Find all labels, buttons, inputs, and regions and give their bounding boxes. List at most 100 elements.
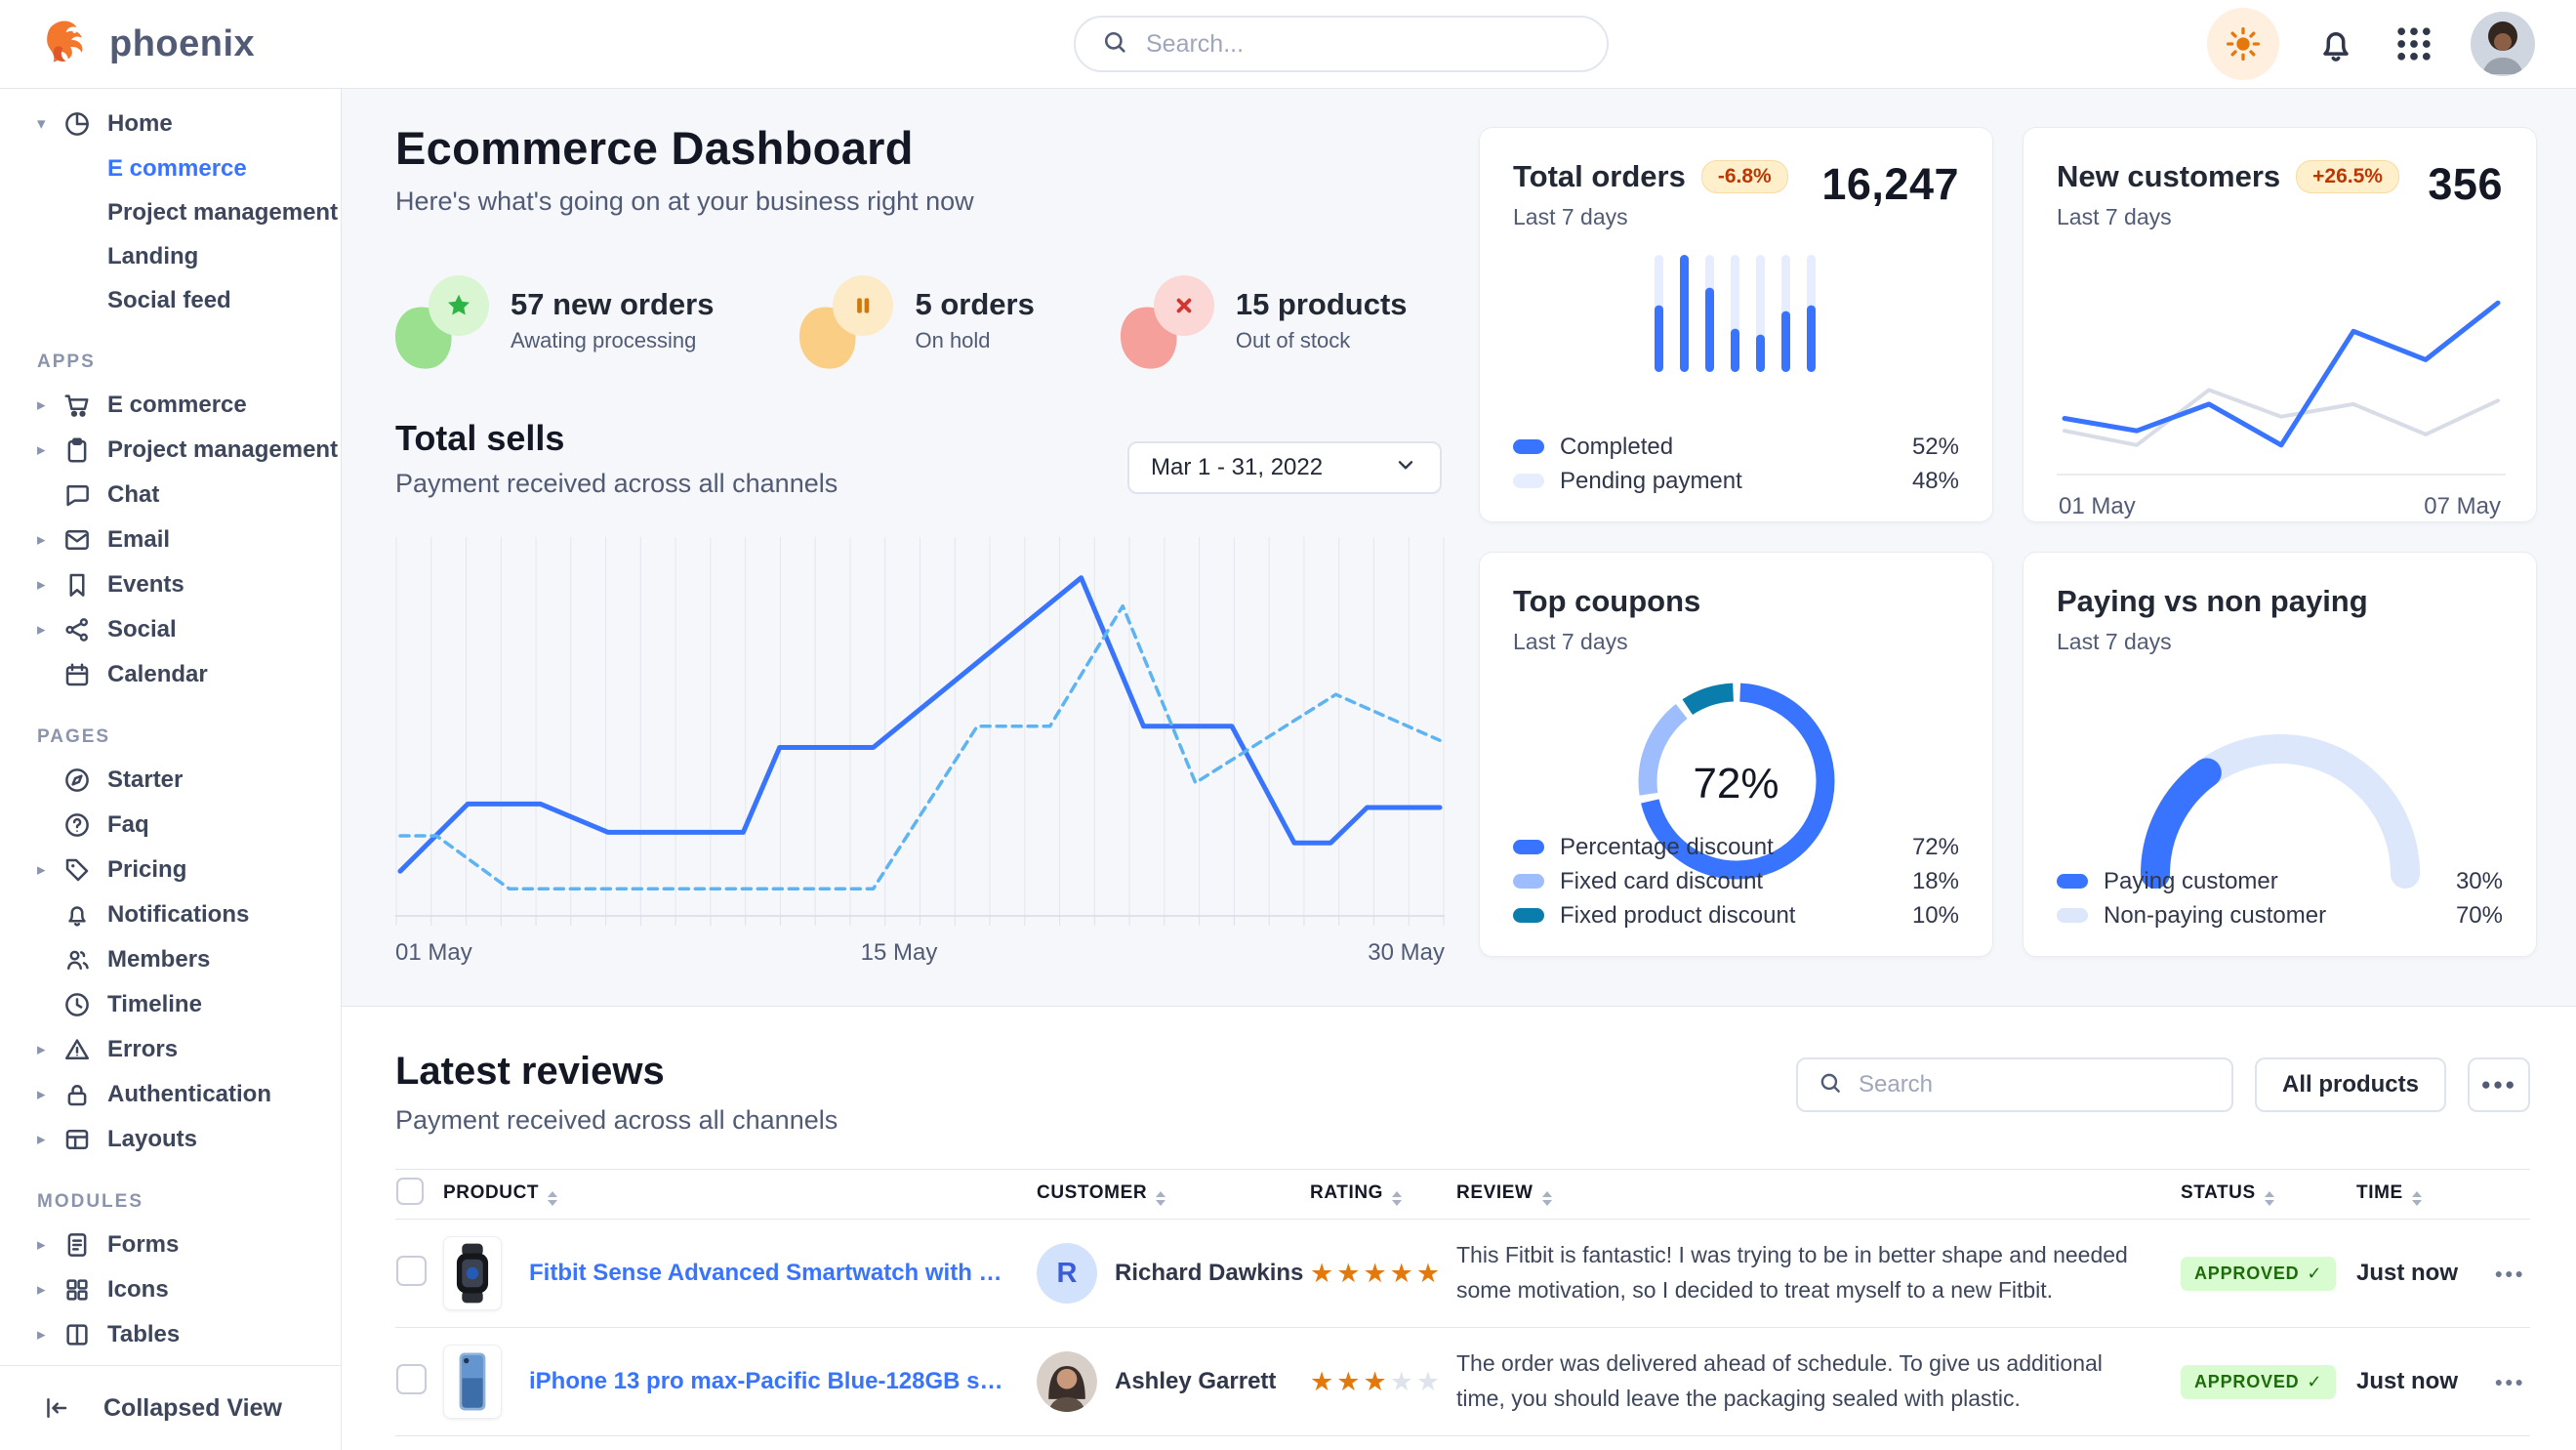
search-icon	[1818, 1070, 1843, 1100]
top-coupons-card: Top coupons Last 7 days 72% Percentage d…	[1479, 552, 1993, 957]
sidebar-item-faq[interactable]: Faq	[0, 803, 341, 848]
sidebar-item-tables[interactable]: ▸Tables	[0, 1312, 341, 1357]
clipboard-icon	[62, 435, 92, 465]
sidebar-item-ecommerce-app[interactable]: ▸E commerce	[0, 383, 341, 428]
row-checkbox[interactable]	[396, 1256, 427, 1286]
collapse-left-icon	[41, 1393, 70, 1423]
card-title: Paying vs non paying	[2057, 584, 2503, 619]
total-orders-card: Total orders -6.8% Last 7 days 16,247 Co…	[1479, 127, 1993, 522]
card-title: New customers	[2057, 159, 2280, 194]
column-review[interactable]: REVIEW	[1455, 1170, 2180, 1220]
sidebar-item-social-feed[interactable]: Social feed	[0, 278, 341, 322]
search-input[interactable]	[1144, 29, 1581, 60]
sidebar-item-home[interactable]: ▾ Home	[0, 102, 341, 146]
reviews-search-input[interactable]	[1857, 1070, 2212, 1099]
sort-icon	[548, 1191, 557, 1206]
clock-icon	[62, 990, 92, 1019]
table-row: Fitbit Sense Advanced Smartwatch with To…	[395, 1220, 2530, 1328]
caret-right-icon: ▸	[37, 575, 62, 595]
legend-swatch	[1513, 840, 1544, 854]
total-sells-subtitle: Payment received across all channels	[395, 469, 838, 499]
stat-orders-on-hold: 5 orders On hold	[799, 271, 1034, 369]
users-icon	[62, 945, 92, 974]
column-rating[interactable]: RATING	[1309, 1170, 1455, 1220]
new-customers-line-chart	[2057, 258, 2506, 487]
check-icon: ✓	[2307, 1264, 2322, 1284]
legend-swatch	[1513, 474, 1544, 488]
pie-chart-icon	[62, 109, 92, 139]
chat-icon	[62, 480, 92, 510]
top-navbar: phoenix	[0, 0, 2576, 89]
sidebar-item-authentication[interactable]: ▸Authentication	[0, 1072, 341, 1117]
brand-logo[interactable]: phoenix	[0, 17, 255, 72]
product-link[interactable]: Fitbit Sense Advanced Smartwatch with To…	[529, 1260, 1035, 1287]
sidebar-item-timeline[interactable]: Timeline	[0, 982, 341, 1027]
sidebar-item-project-management[interactable]: Project management	[0, 190, 341, 234]
page-header: Ecommerce Dashboard Here's what's going …	[395, 121, 974, 217]
table-row-partial	[395, 1436, 2530, 1450]
sidebar-item-layouts[interactable]: ▸Layouts	[0, 1117, 341, 1162]
question-circle-icon	[62, 810, 92, 840]
paying-legend: Paying customer30% Non-paying customer70…	[2057, 864, 2503, 932]
sidebar-item-calendar[interactable]: Calendar	[0, 652, 341, 697]
notifications-bell-icon[interactable]	[2314, 22, 2357, 65]
caret-down-icon: ▾	[37, 114, 62, 134]
envelope-icon	[62, 525, 92, 555]
sidebar-item-errors[interactable]: ▸Errors	[0, 1027, 341, 1072]
sidebar-item-pricing[interactable]: ▸Pricing	[0, 848, 341, 892]
sidebar-item-project-management-app[interactable]: ▸Project management	[0, 428, 341, 473]
status-badge: APPROVED✓	[2181, 1365, 2336, 1399]
more-options-button[interactable]: ●●●	[2468, 1057, 2530, 1112]
product-image[interactable]	[443, 1345, 502, 1419]
reviews-table: PRODUCT CUSTOMER RATING REVIEW STATUS TI…	[395, 1169, 2530, 1450]
order-stats: 57 new orders Awating processing 5 order…	[395, 271, 1408, 369]
date-range-select[interactable]: Mar 1 - 31, 2022	[1127, 441, 1442, 494]
total-orders-value: 16,247	[1821, 159, 1959, 210]
theme-toggle-sun-icon[interactable]	[2207, 8, 2279, 80]
sidebar-item-icons[interactable]: ▸Icons	[0, 1267, 341, 1312]
rating-stars: ★★★★★	[1310, 1259, 1454, 1289]
sidebar-item-events[interactable]: ▸Events	[0, 562, 341, 607]
brand-name: phoenix	[109, 23, 255, 65]
total-sells-chart	[395, 529, 1445, 932]
column-customer[interactable]: CUSTOMER	[1036, 1170, 1309, 1220]
sidebar-item-forms[interactable]: ▸Forms	[0, 1222, 341, 1267]
caret-right-icon: ▸	[37, 1280, 62, 1300]
product-image[interactable]	[443, 1236, 502, 1310]
sidebar-item-starter[interactable]: Starter	[0, 758, 341, 803]
new-customers-card: New customers +26.5% Last 7 days 356 01 …	[2023, 127, 2537, 522]
sidebar-item-chat[interactable]: Chat	[0, 473, 341, 518]
sidebar-item-landing[interactable]: Landing	[0, 234, 341, 278]
user-avatar[interactable]	[2471, 12, 2535, 76]
sidebar-item-social[interactable]: ▸Social	[0, 607, 341, 652]
row-checkbox[interactable]	[396, 1364, 427, 1394]
row-more-button[interactable]: ●●●	[2495, 1265, 2529, 1281]
customer-avatar	[1037, 1351, 1097, 1412]
product-link[interactable]: iPhone 13 pro max-Pacific Blue-128GB sto…	[529, 1368, 1035, 1395]
sidebar-item-ecommerce[interactable]: E commerce	[0, 146, 341, 190]
apps-grid-icon[interactable]	[2392, 22, 2435, 65]
tag-icon	[62, 855, 92, 885]
review-text: The order was delivered ahead of schedul…	[1456, 1346, 2179, 1416]
column-status[interactable]: STATUS	[2180, 1170, 2355, 1220]
latest-reviews-section: Latest reviews Payment received across a…	[342, 1006, 2576, 1450]
collapse-sidebar-button[interactable]: Collapsed View	[0, 1365, 341, 1450]
caret-right-icon: ▸	[37, 530, 62, 550]
app-root: phoenix ▾	[0, 0, 2576, 1450]
sidebar-item-notifications[interactable]: Notifications	[0, 892, 341, 937]
select-all-checkbox[interactable]	[396, 1178, 424, 1205]
all-products-button[interactable]: All products	[2255, 1057, 2446, 1112]
compass-icon	[62, 766, 92, 795]
caret-right-icon: ▸	[37, 395, 62, 415]
reviews-controls: All products ●●●	[1796, 1057, 2530, 1112]
rating-stars: ★★★★★	[1310, 1367, 1454, 1397]
legend-swatch	[1513, 874, 1544, 889]
sidebar-item-email[interactable]: ▸Email	[0, 518, 341, 562]
caret-right-icon: ▸	[37, 1235, 62, 1255]
column-product[interactable]: PRODUCT	[442, 1170, 1036, 1220]
global-search	[1074, 16, 1609, 72]
column-time[interactable]: TIME	[2355, 1170, 2530, 1220]
reviews-title: Latest reviews	[395, 1050, 838, 1094]
sidebar-item-members[interactable]: Members	[0, 937, 341, 982]
row-more-button[interactable]: ●●●	[2495, 1374, 2529, 1389]
